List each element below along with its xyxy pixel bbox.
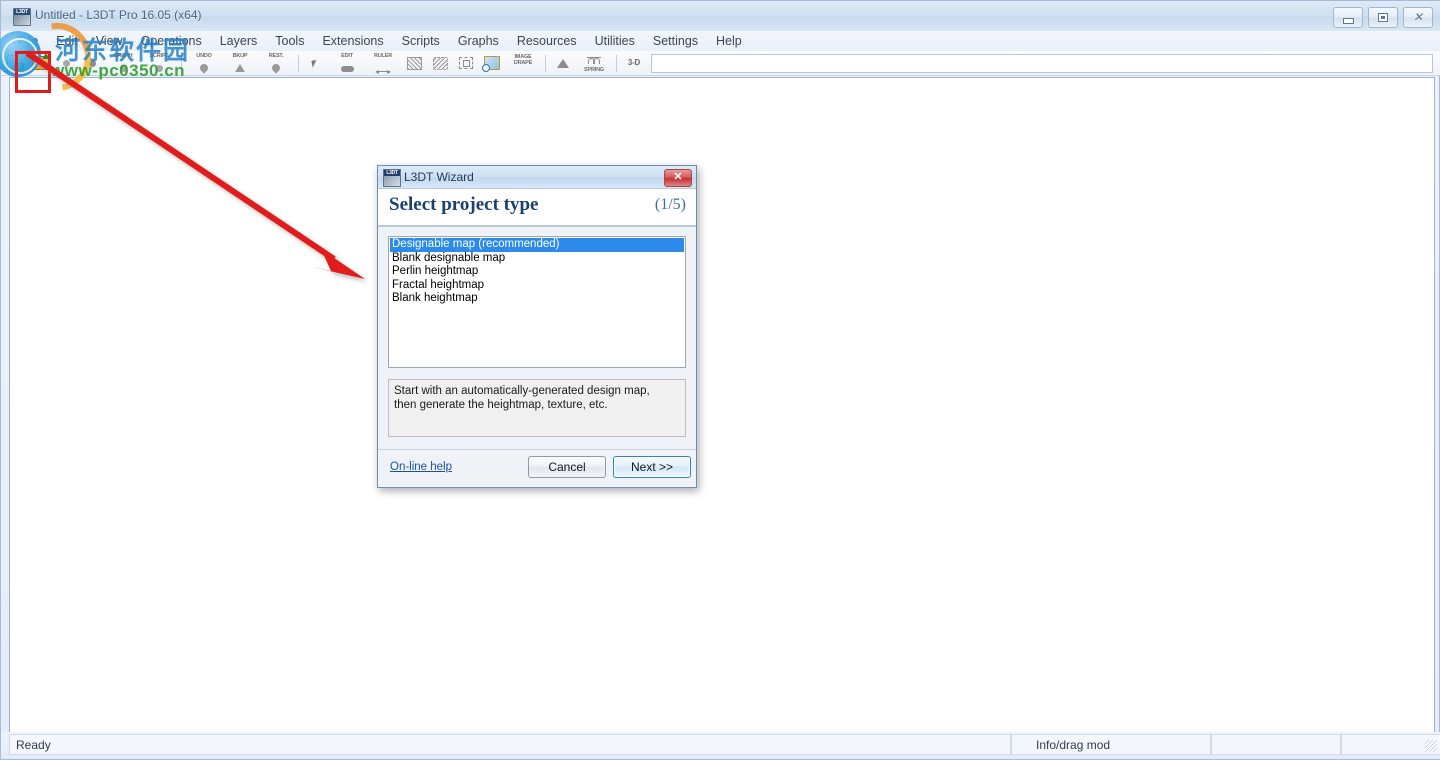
l3dt-app-icon: L3DT bbox=[13, 8, 31, 26]
list-item-perlin-heightmap[interactable]: Perlin heightmap bbox=[390, 265, 684, 279]
next-button[interactable]: Next >> bbox=[613, 456, 691, 478]
menu-item-graphs[interactable]: Graphs bbox=[449, 32, 508, 50]
status-coord-x-pane bbox=[1211, 734, 1341, 755]
status-mode-pane: Info/drag mod bbox=[1011, 734, 1211, 755]
view-3d-label: 3-D bbox=[627, 58, 641, 68]
menu-item-settings[interactable]: Settings bbox=[644, 32, 707, 50]
dialog-body: Designable map (recommended) Blank desig… bbox=[378, 227, 696, 437]
close-button[interactable]: ✕ bbox=[1403, 7, 1433, 28]
view-3d-button[interactable]: 3-D bbox=[622, 52, 646, 74]
mask-hatch-icon bbox=[406, 56, 422, 70]
dialog-close-button[interactable]: ✕ bbox=[664, 169, 692, 187]
list-item-blank-designable-map[interactable]: Blank designable map bbox=[390, 252, 684, 266]
l3dt-wizard-dialog: L3DT L3DT Wizard ✕ Select project type (… bbox=[377, 165, 697, 488]
dialog-footer: On-line help Cancel Next >> bbox=[378, 449, 696, 487]
toolbar-separator bbox=[616, 54, 617, 72]
mask-tool-button[interactable] bbox=[402, 52, 426, 74]
window-title: Untitled - L3DT Pro 16.05 (x64) bbox=[35, 8, 202, 22]
region-tool-button[interactable] bbox=[428, 52, 452, 74]
l3dt-wizard-icon: L3DT bbox=[383, 169, 401, 187]
menu-item-scripts[interactable]: Scripts bbox=[393, 32, 449, 50]
close-icon: ✕ bbox=[1412, 10, 1424, 24]
crop-tool-button[interactable] bbox=[454, 52, 478, 74]
spring-icon bbox=[577, 57, 611, 66]
dialog-step-indicator: (1/5) bbox=[654, 196, 686, 213]
window-controls: ✕ bbox=[1333, 7, 1433, 28]
project-type-listbox[interactable]: Designable map (recommended) Blank desig… bbox=[388, 236, 686, 368]
window-title-bar: L3DT Untitled - L3DT Pro 16.05 (x64) ✕ bbox=[1, 1, 1440, 32]
region-select-icon bbox=[432, 56, 448, 70]
attributes-icon bbox=[557, 58, 569, 68]
crop-icon bbox=[459, 57, 473, 69]
list-item-designable-map[interactable]: Designable map (recommended) bbox=[390, 238, 684, 252]
resize-grip-icon[interactable] bbox=[1425, 740, 1437, 752]
menu-item-help[interactable]: Help bbox=[707, 32, 751, 50]
list-item-fractal-heightmap[interactable]: Fractal heightmap bbox=[390, 279, 684, 293]
attributes-button[interactable] bbox=[551, 52, 575, 74]
dialog-title-bar: L3DT L3DT Wizard ✕ bbox=[378, 166, 696, 189]
project-type-description: Start with an automatically-generated de… bbox=[388, 379, 686, 437]
online-help-link[interactable]: On-line help bbox=[390, 461, 452, 473]
minimize-button[interactable] bbox=[1333, 7, 1363, 28]
minimize-icon bbox=[1343, 18, 1354, 24]
image-drape-label: IMAGE DRAPE bbox=[513, 54, 533, 66]
application-window: L3DT Untitled - L3DT Pro 16.05 (x64) ✕ F… bbox=[0, 0, 1440, 760]
cancel-button[interactable]: Cancel bbox=[528, 456, 606, 478]
status-coord-y-pane bbox=[1341, 734, 1440, 755]
spring-button[interactable]: SPRING bbox=[577, 52, 611, 74]
dialog-header-title: Select project type bbox=[389, 194, 539, 215]
annotation-arrow-icon bbox=[25, 50, 365, 279]
zoom-magnifier-icon bbox=[482, 56, 500, 72]
spring-label: SPRING bbox=[584, 66, 604, 73]
dialog-header: Select project type (1/5) bbox=[378, 189, 696, 227]
image-drape-button[interactable]: IMAGE DRAPE bbox=[506, 52, 540, 74]
zoom-tool-button[interactable] bbox=[480, 52, 504, 74]
menu-item-utilities[interactable]: Utilities bbox=[586, 32, 644, 50]
list-item-blank-heightmap[interactable]: Blank heightmap bbox=[390, 292, 684, 306]
toolbar-separator bbox=[545, 54, 546, 72]
dialog-title: L3DT Wizard bbox=[404, 170, 474, 184]
status-ready-pane: Ready bbox=[9, 734, 1011, 755]
toolbar-overflow-field[interactable] bbox=[651, 53, 1433, 73]
maximize-icon bbox=[1378, 13, 1388, 22]
description-line-1: Start with an automatically-generated de… bbox=[394, 385, 650, 397]
description-line-2: then generate the heightmap, texture, et… bbox=[394, 399, 608, 411]
maximize-button[interactable] bbox=[1368, 7, 1398, 28]
menu-item-resources[interactable]: Resources bbox=[508, 32, 586, 50]
status-bar: Ready Info/drag mod bbox=[1, 732, 1440, 759]
